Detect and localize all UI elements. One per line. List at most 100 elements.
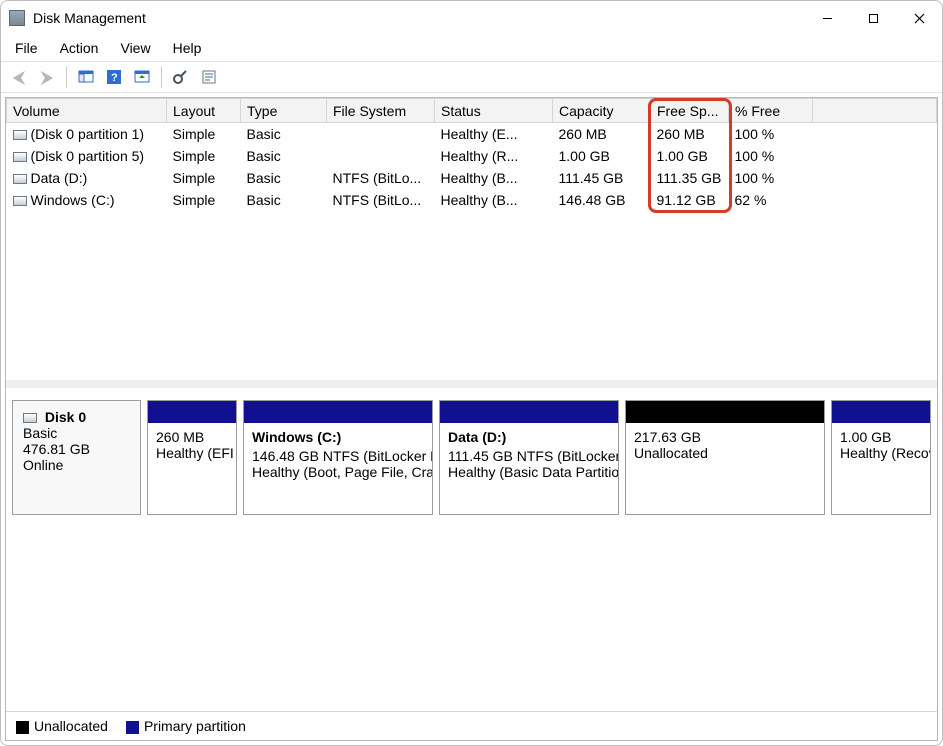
legend-unallocated: Unallocated — [16, 718, 108, 734]
swatch-primary-icon — [126, 721, 139, 734]
cell: Basic — [241, 167, 327, 189]
cell: 146.48 GB — [553, 189, 651, 211]
col-header[interactable]: Free Sp... — [651, 99, 729, 123]
col-header[interactable]: Layout — [167, 99, 241, 123]
partition-status: Healthy (Boot, Page File, Crash Dump, Ba… — [252, 464, 424, 480]
partition-status: Healthy (Basic Data Partition) — [448, 464, 610, 480]
partition-body: 217.63 GBUnallocated — [626, 423, 824, 514]
col-header[interactable]: Type — [241, 99, 327, 123]
cell: Data (D:) — [7, 167, 167, 189]
menu-action[interactable]: Action — [60, 40, 99, 56]
table-row[interactable]: Data (D:)SimpleBasicNTFS (BitLo...Health… — [7, 167, 937, 189]
partition-size: 146.48 GB NTFS (BitLocker Encrypted) — [252, 448, 424, 464]
disk-row: Disk 0 Basic 476.81 GB Online 260 MBHeal… — [12, 400, 931, 515]
cell: Basic — [241, 123, 327, 146]
table-row[interactable]: Windows (C:)SimpleBasicNTFS (BitLo...Hea… — [7, 189, 937, 211]
toolbar-separator — [161, 66, 162, 88]
disk-icon — [23, 413, 37, 423]
cell: 100 % — [729, 167, 813, 189]
legend-primary-label: Primary partition — [144, 718, 246, 734]
window-title: Disk Management — [33, 10, 146, 26]
maximize-button[interactable] — [850, 1, 896, 35]
disk-name: Disk 0 — [45, 409, 86, 425]
volume-list-pane: VolumeLayoutTypeFile SystemStatusCapacit… — [6, 98, 937, 388]
partition-size: 217.63 GB — [634, 429, 816, 445]
partition-primary[interactable]: 1.00 GBHealthy (Recovery Partition) — [831, 400, 931, 515]
menu-view[interactable]: View — [120, 40, 150, 56]
svg-text:?: ? — [111, 72, 118, 84]
partition-bar — [832, 401, 930, 423]
cell: 111.45 GB — [553, 167, 651, 189]
table-row[interactable]: (Disk 0 partition 1)SimpleBasic Healthy (… — [7, 123, 937, 146]
partition-status: Unallocated — [634, 445, 816, 461]
partition-size: 111.45 GB NTFS (BitLocker Encrypted) — [448, 448, 610, 464]
legend-unallocated-label: Unallocated — [34, 718, 108, 734]
refresh-button[interactable] — [169, 65, 193, 89]
cell: 100 % — [729, 123, 813, 146]
col-header[interactable]: Status — [435, 99, 553, 123]
cell: NTFS (BitLo... — [327, 167, 435, 189]
cell: 100 % — [729, 145, 813, 167]
legend: Unallocated Primary partition — [6, 711, 937, 740]
cell: Basic — [241, 189, 327, 211]
cell: Simple — [167, 189, 241, 211]
partition-status: Healthy (Recovery Partition) — [840, 445, 922, 461]
legend-primary: Primary partition — [126, 718, 246, 734]
nav-forward-button[interactable]: ⮞ — [35, 65, 59, 89]
cell: Simple — [167, 167, 241, 189]
partition-primary[interactable]: Windows (C:) 146.48 GB NTFS (BitLocker En… — [243, 400, 433, 515]
cell: Healthy (E... — [435, 123, 553, 146]
cell: Simple — [167, 123, 241, 146]
cell: 62 % — [729, 189, 813, 211]
col-header[interactable]: File System — [327, 99, 435, 123]
partition-size: 1.00 GB — [840, 429, 922, 445]
drive-icon — [13, 130, 27, 140]
cell: 1.00 GB — [651, 145, 729, 167]
menubar: File Action View Help — [1, 35, 942, 61]
cell: Healthy (R... — [435, 145, 553, 167]
partition-bar — [244, 401, 432, 423]
partition-title: Windows (C:) — [252, 429, 424, 445]
drive-icon — [13, 174, 27, 184]
col-header[interactable]: Capacity — [553, 99, 651, 123]
toolbar-separator — [66, 66, 67, 88]
partition-unallocated[interactable]: 217.63 GBUnallocated — [625, 400, 825, 515]
graphical-view-pane: Disk 0 Basic 476.81 GB Online 260 MBHeal… — [6, 388, 937, 711]
cell: Windows (C:) — [7, 189, 167, 211]
volume-table[interactable]: VolumeLayoutTypeFile SystemStatusCapacit… — [6, 98, 937, 211]
drive-icon — [13, 196, 27, 206]
titlebar: Disk Management — [1, 1, 942, 35]
menu-file[interactable]: File — [15, 40, 38, 56]
col-header[interactable]: Volume — [7, 99, 167, 123]
cell: (Disk 0 partition 1) — [7, 123, 167, 146]
nav-back-button[interactable]: ⮜ — [7, 65, 31, 89]
drive-icon — [13, 152, 27, 162]
cell: 1.00 GB — [553, 145, 651, 167]
partition-primary[interactable]: 260 MBHealthy (EFI System Partition) — [147, 400, 237, 515]
minimize-button[interactable] — [804, 1, 850, 35]
workarea: VolumeLayoutTypeFile SystemStatusCapacit… — [5, 97, 938, 741]
toolbar: ⮜ ⮞ ? — [1, 61, 942, 93]
show-hide-console-button[interactable] — [74, 65, 98, 89]
partition-body: 1.00 GBHealthy (Recovery Partition) — [832, 423, 930, 514]
partition-body: Windows (C:) 146.48 GB NTFS (BitLocker En… — [244, 423, 432, 514]
help-button[interactable]: ? — [102, 65, 126, 89]
table-row[interactable]: (Disk 0 partition 5)SimpleBasicHealthy (… — [7, 145, 937, 167]
cell: Basic — [241, 145, 327, 167]
col-header[interactable]: % Free — [729, 99, 813, 123]
disk-header[interactable]: Disk 0 Basic 476.81 GB Online — [12, 400, 141, 515]
settings-icon-button[interactable] — [130, 65, 154, 89]
partition-body: 260 MBHealthy (EFI System Partition) — [148, 423, 236, 514]
cell: Healthy (B... — [435, 189, 553, 211]
cell: 260 MB — [651, 123, 729, 146]
disk-state: Online — [23, 457, 130, 473]
close-button[interactable] — [896, 1, 942, 35]
col-header-spacer — [813, 99, 937, 123]
cell — [327, 123, 435, 146]
properties-button[interactable] — [197, 65, 221, 89]
swatch-unallocated-icon — [16, 721, 29, 734]
cell — [327, 145, 435, 167]
menu-help[interactable]: Help — [173, 40, 202, 56]
partition-primary[interactable]: Data (D:)111.45 GB NTFS (BitLocker Encry… — [439, 400, 619, 515]
disk-size: 476.81 GB — [23, 441, 130, 457]
